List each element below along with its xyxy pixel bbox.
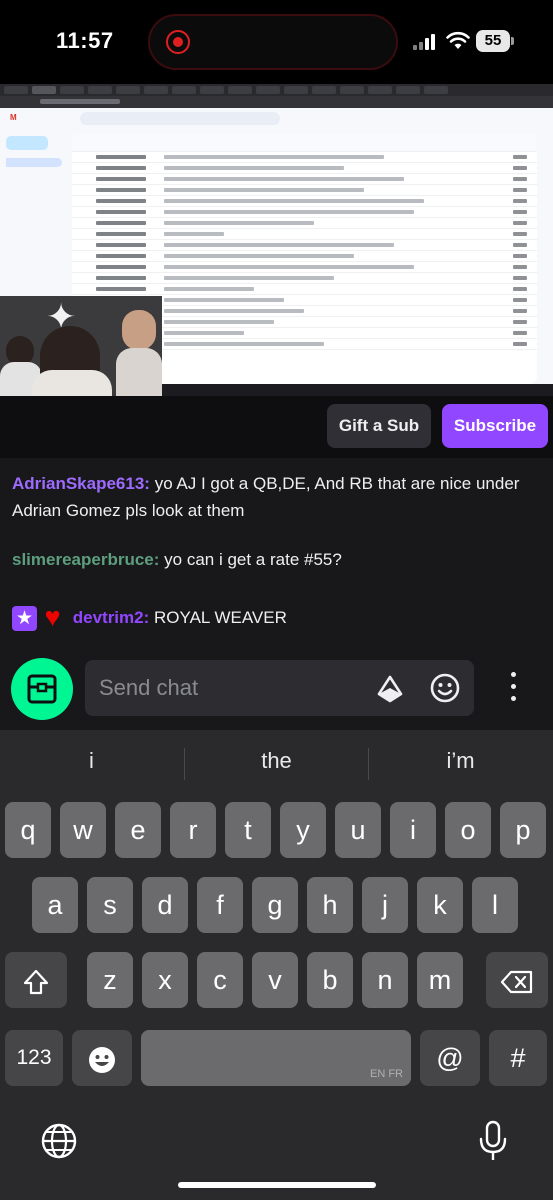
dynamic-island (148, 14, 398, 70)
suggestion-item[interactable]: the (185, 748, 368, 774)
webcam-person-center (32, 326, 112, 396)
key-z[interactable]: z (87, 952, 133, 1008)
chat-message: AdrianSkape613: yo AJ I got a QB,DE, And… (12, 470, 540, 524)
keyboard-language-label: EN FR (370, 1068, 403, 1080)
key-b[interactable]: b (307, 952, 353, 1008)
suggestion-item[interactable]: i (0, 748, 183, 774)
key-f[interactable]: f (197, 877, 243, 933)
status-bar: 11:57 55 (0, 0, 553, 84)
at-key[interactable]: @ (420, 1030, 480, 1086)
shared-compose-button (6, 136, 48, 150)
key-t[interactable]: t (225, 802, 271, 858)
key-y[interactable]: y (280, 802, 326, 858)
status-time: 11:57 (56, 28, 114, 53)
battery-indicator: 55 (476, 30, 514, 52)
ios-keyboard: i the i’m q w e r t y u i o p a s d f g … (0, 730, 553, 1200)
chat-message-text: ROYAL WEAVER (154, 608, 287, 627)
stream-video[interactable]: M ✦ (0, 84, 553, 396)
key-q[interactable]: q (5, 802, 51, 858)
chat-input-field[interactable] (85, 660, 474, 716)
key-x[interactable]: x (142, 952, 188, 1008)
key-n[interactable]: n (362, 952, 408, 1008)
chat-username[interactable]: AdrianSkape613: (12, 474, 150, 493)
key-a[interactable]: a (32, 877, 78, 933)
emoji-icon (89, 1046, 115, 1073)
emote-picker-icon[interactable] (429, 672, 461, 704)
globe-icon[interactable] (40, 1122, 78, 1160)
shared-search-bar (80, 112, 280, 125)
heart-badge-icon[interactable] (40, 604, 65, 632)
key-p[interactable]: p (500, 802, 546, 858)
chat-input-row (0, 652, 553, 730)
key-o[interactable]: o (445, 802, 491, 858)
key-v[interactable]: v (252, 952, 298, 1008)
key-d[interactable]: d (142, 877, 188, 933)
keyboard-suggestions: i the i’m (0, 730, 553, 796)
subscribe-button[interactable]: Subscribe (442, 404, 548, 448)
browser-address-bar (0, 96, 553, 108)
key-w[interactable]: w (60, 802, 106, 858)
channel-points-button[interactable] (11, 658, 73, 720)
home-indicator (178, 1182, 376, 1188)
key-u[interactable]: u (335, 802, 381, 858)
gift-a-sub-button[interactable]: Gift a Sub (327, 404, 431, 448)
key-j[interactable]: j (362, 877, 408, 933)
cellular-signal-icon (413, 34, 439, 50)
bits-icon[interactable] (375, 674, 405, 704)
key-m[interactable]: m (417, 952, 463, 1008)
key-l[interactable]: l (472, 877, 518, 933)
backspace-key[interactable] (486, 952, 548, 1008)
hash-key[interactable]: # (489, 1030, 547, 1086)
wifi-icon (446, 31, 470, 49)
backspace-icon (500, 970, 533, 993)
send-chat-input[interactable] (99, 672, 359, 704)
key-g[interactable]: g (252, 877, 298, 933)
key-s[interactable]: s (87, 877, 133, 933)
chest-icon (27, 674, 57, 704)
key-h[interactable]: h (307, 877, 353, 933)
shift-key[interactable] (5, 952, 67, 1008)
chat-message: devtrim2: ROYAL WEAVER (12, 604, 540, 632)
browser-tab-strip (0, 84, 553, 96)
key-k[interactable]: k (417, 877, 463, 933)
chat-message-text: yo can i get a rate #55? (164, 550, 342, 569)
microphone-icon[interactable] (478, 1120, 508, 1162)
chat-message: slimereaperbruce: yo can i get a rate #5… (12, 546, 540, 573)
more-options-icon[interactable] (502, 670, 526, 704)
shared-mail-sidebar (6, 158, 62, 221)
space-key[interactable]: EN FR (141, 1030, 411, 1086)
key-e[interactable]: e (115, 802, 161, 858)
suggestion-item[interactable]: i’m (369, 748, 552, 774)
gmail-logo: M (10, 113, 17, 122)
chat-username[interactable]: slimereaperbruce: (12, 550, 159, 569)
key-i[interactable]: i (390, 802, 436, 858)
numbers-key[interactable]: 123 (5, 1030, 63, 1086)
star-badge-icon[interactable] (12, 606, 37, 632)
key-r[interactable]: r (170, 802, 216, 858)
streamer-webcam: ✦ (0, 296, 162, 396)
key-c[interactable]: c (197, 952, 243, 1008)
shift-icon (23, 969, 49, 994)
chat-username[interactable]: devtrim2: (73, 608, 150, 627)
emoji-key[interactable] (72, 1030, 132, 1086)
screen-recording-icon (166, 30, 190, 54)
webcam-person-right (116, 310, 162, 396)
stream-action-bar: Gift a Sub Subscribe (0, 396, 553, 458)
